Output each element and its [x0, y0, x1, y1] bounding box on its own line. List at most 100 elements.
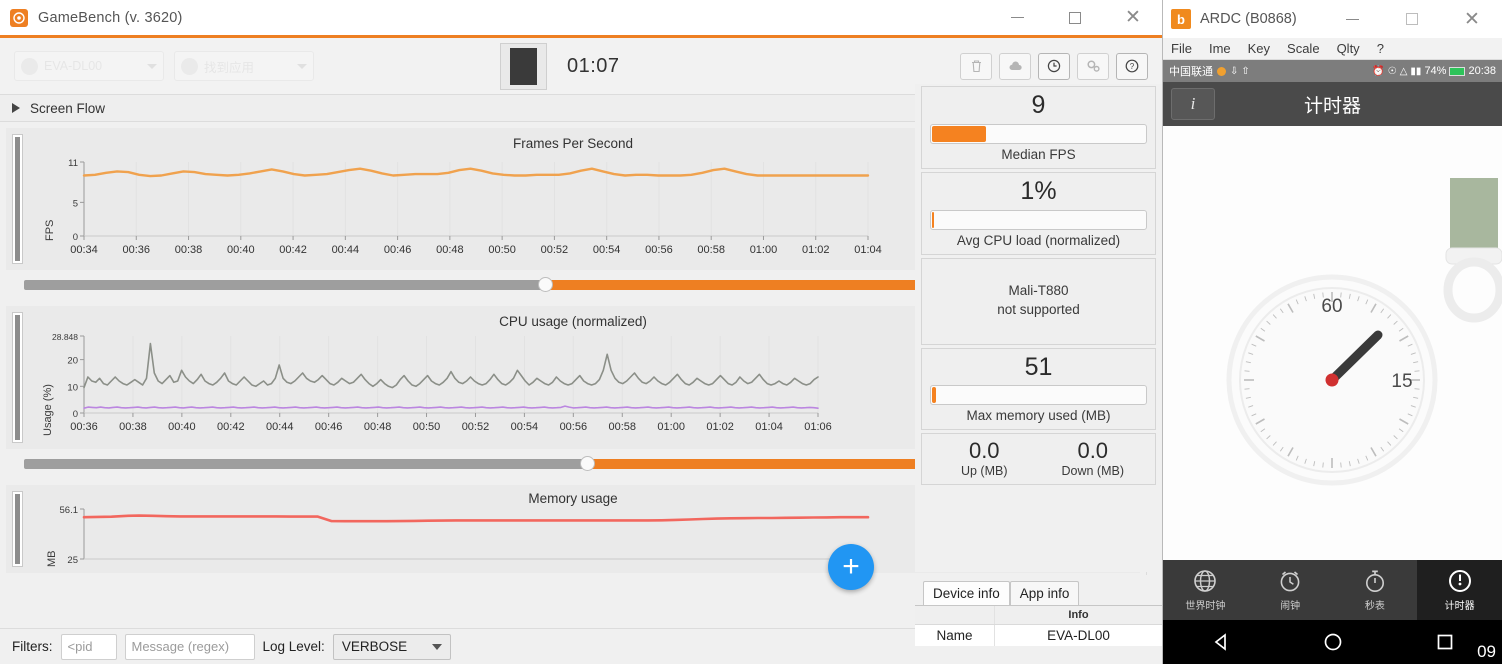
info-button[interactable]: i [1171, 88, 1215, 120]
menu-help[interactable]: ? [1377, 41, 1384, 56]
svg-text:28.848: 28.848 [52, 332, 78, 342]
network-down-value: 0.0 [1077, 438, 1109, 464]
tab-stopwatch[interactable]: 秒表 [1333, 560, 1418, 620]
chevron-down-icon [147, 63, 157, 69]
gamebench-titlebar: GameBench (v. 3620) ✕ [0, 0, 1162, 38]
message-filter-input[interactable]: Message (regex) [124, 633, 255, 660]
menu-scale[interactable]: Scale [1287, 41, 1320, 56]
tab-app-info[interactable]: App info [1009, 581, 1080, 605]
battery-percent: 74% [1424, 65, 1447, 77]
chevron-down-icon [431, 643, 442, 650]
pid-filter-input[interactable]: <pid [60, 633, 117, 660]
max-memory-value: 51 [1024, 352, 1053, 381]
max-memory-card: 51 Max memory used (MB) [921, 347, 1156, 431]
tab-alarm[interactable]: 闹钟 [1248, 560, 1333, 620]
menu-qlty[interactable]: Qlty [1337, 41, 1360, 56]
app-select[interactable]: 找到应用 [174, 51, 314, 81]
maximize-icon [1406, 13, 1418, 25]
svg-text:01:00: 01:00 [657, 421, 685, 433]
cloud-upload-icon [1008, 61, 1022, 70]
menu-ime[interactable]: Ime [1209, 41, 1231, 56]
minimize-icon [1345, 18, 1359, 20]
ardc-window: b ARDC (B0868) ✕ File Ime Key Scale Qlty… [1163, 0, 1502, 664]
ardc-close-button[interactable]: ✕ [1442, 0, 1502, 38]
fps-slider-knob-left[interactable] [537, 277, 553, 292]
minimize-button[interactable] [988, 0, 1046, 35]
close-button[interactable]: ✕ [1104, 0, 1162, 35]
device-select[interactable]: EVA-DL00 [14, 51, 164, 81]
ardc-minimize-button[interactable] [1322, 0, 1382, 38]
minimize-icon [1010, 17, 1024, 18]
svg-text:01:06: 01:06 [804, 421, 832, 433]
svg-text:5: 5 [73, 198, 78, 209]
tab-device-info[interactable]: Device info [923, 581, 1010, 605]
android-status-bar: 中国联通 ⇩ ⇧ ⏰ ☉ △ ▮▮ 74% 20:38 [1163, 60, 1502, 82]
network-up-value: 0.0 [968, 438, 1000, 464]
svg-text:00:52: 00:52 [462, 421, 490, 433]
avg-cpu-bar [930, 209, 1147, 230]
info-tabs: Device info App info [915, 575, 1162, 605]
close-icon: ✕ [1464, 8, 1480, 30]
dial-label-15: 15 [1391, 371, 1412, 392]
svg-text:01:00: 01:00 [750, 244, 778, 256]
table-row[interactable]: Name EVA-DL00 [915, 625, 1162, 646]
stats-panel: 9 Median FPS 1% Avg CPU load (normalized… [915, 84, 1162, 572]
svg-text:01:02: 01:02 [802, 244, 830, 256]
svg-text:00:52: 00:52 [541, 244, 569, 256]
ardc-maximize-button[interactable] [1382, 0, 1442, 38]
delete-button[interactable] [960, 52, 992, 80]
tab-world-clock[interactable]: 世界时钟 [1163, 560, 1248, 620]
tab-stopwatch-label: 秒表 [1364, 601, 1385, 612]
back-triangle-icon[interactable] [1211, 632, 1231, 652]
svg-text:20: 20 [67, 356, 78, 367]
ardc-window-controls: ✕ [1322, 0, 1502, 38]
timer-dial[interactable]: 60 15 [1226, 274, 1438, 486]
history-button[interactable] [1038, 52, 1070, 80]
close-icon: ✕ [1125, 7, 1141, 28]
maximize-button[interactable] [1046, 0, 1104, 35]
session-timer: 01:07 [567, 54, 620, 77]
svg-text:00:36: 00:36 [70, 421, 98, 433]
recents-square-icon[interactable] [1435, 632, 1455, 652]
help-button[interactable]: ? [1116, 52, 1148, 80]
screen-thumbnail-icon[interactable] [500, 42, 547, 90]
log-level-label: Log Level: [262, 639, 325, 654]
svg-text:0: 0 [73, 409, 78, 420]
median-fps-value: 9 [1031, 91, 1046, 119]
svg-text:00:42: 00:42 [279, 244, 307, 256]
timer-icon [1448, 570, 1471, 592]
timer-screen: 60 15 07:32 [1163, 126, 1502, 560]
upload-button[interactable] [999, 52, 1031, 80]
menu-key[interactable]: Key [1248, 41, 1270, 56]
svg-text:56.1: 56.1 [60, 505, 79, 516]
max-memory-label: Max memory used (MB) [966, 408, 1111, 424]
svg-text:00:48: 00:48 [364, 421, 392, 433]
svg-text:0: 0 [73, 232, 78, 243]
add-button[interactable]: + [828, 544, 874, 590]
svg-text:01:02: 01:02 [706, 421, 734, 433]
app-icon [181, 57, 198, 75]
tab-timer-label: 计时器 [1444, 601, 1475, 612]
wifi-icon: △ [1399, 65, 1408, 77]
ardc-logo-icon: b [1171, 9, 1191, 29]
info-col-value: Info [1068, 609, 1089, 621]
plus-icon: + [842, 550, 860, 583]
menu-file[interactable]: File [1171, 41, 1192, 56]
svg-text:00:54: 00:54 [511, 421, 539, 433]
svg-text:00:42: 00:42 [217, 421, 245, 433]
tab-timer[interactable]: 计时器 [1417, 560, 1502, 620]
svg-text:00:50: 00:50 [488, 244, 516, 256]
network-card: 0.0 Up (MB) 0.0 Down (MB) [921, 433, 1156, 486]
ardc-titlebar: b ARDC (B0868) ✕ [1163, 0, 1502, 38]
gamebench-logo-icon [10, 8, 28, 27]
avg-cpu-value: 1% [1020, 176, 1057, 205]
session-display: 01:07 [500, 38, 620, 94]
log-level-select[interactable]: VERBOSE [332, 633, 451, 660]
info-table: Info Name EVA-DL00 [915, 605, 1162, 646]
stopwatch-icon [1365, 570, 1384, 592]
settings-button[interactable] [1077, 52, 1109, 80]
home-circle-icon[interactable] [1323, 632, 1343, 652]
gpu-card: Mali-T880 not supported [921, 257, 1156, 345]
carrier-label: 中国联通 [1169, 66, 1213, 78]
device-select-value: EVA-DL00 [44, 59, 103, 73]
